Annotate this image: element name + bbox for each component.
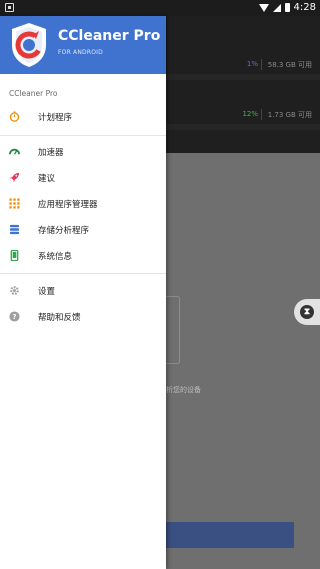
storage-bar (165, 74, 320, 80)
apps-grid-icon (9, 198, 20, 209)
drawer-header: CCleaner Pro FOR ANDROID (0, 16, 166, 74)
ccleaner-logo-icon (12, 23, 46, 67)
app-subtitle: FOR ANDROID (58, 49, 103, 56)
timer-icon (9, 111, 20, 122)
notification-icon (5, 3, 14, 12)
storage-row: 12% 1.73 GB 可用 (165, 100, 320, 130)
storage-percent: 12% (242, 110, 258, 118)
speedometer-icon (9, 148, 20, 155)
menu-item-label: 存储分析程序 (38, 226, 90, 236)
storage-available: 1.73 GB 可用 (267, 111, 312, 119)
menu-item-label: 建议 (38, 174, 56, 184)
storage-separator (261, 109, 262, 120)
storage-available: 58.3 GB 可用 (267, 61, 312, 69)
menu-item-label: 帮助和反馈 (38, 313, 81, 323)
menu-item-suggestions[interactable]: 建议 (0, 167, 166, 189)
status-bar-right: 4:28 (258, 2, 316, 13)
help-icon: ? (9, 311, 20, 322)
gear-icon (10, 286, 19, 295)
menu-item-settings[interactable]: 设置 (0, 280, 166, 302)
navigation-drawer: CCleaner Pro FOR ANDROID CCleaner Pro 计划… (0, 16, 166, 569)
divider (0, 135, 166, 136)
storage-percent: 1% (246, 60, 258, 68)
app-title: CCleaner Pro (58, 28, 161, 44)
storage-separator (261, 59, 262, 70)
signal-icon (272, 3, 281, 12)
menu-item-app-manager[interactable]: 应用程序管理器 (0, 193, 166, 215)
menu-item-label: 应用程序管理器 (38, 200, 98, 210)
menu-item-label: 系统信息 (38, 252, 73, 262)
menu-item-label: 加速器 (38, 148, 64, 158)
battery-icon (284, 3, 290, 12)
menu-item-system-info[interactable]: 系统信息 (0, 245, 166, 267)
device-analysis-text: 析您的设备 (166, 386, 201, 394)
status-bar: 4:28 (0, 0, 320, 16)
status-time: 4:28 (293, 2, 316, 13)
device-outline (166, 296, 180, 364)
menu-item-help-feedback[interactable]: ? 帮助和反馈 (0, 306, 166, 328)
menu-item-label: 计划程序 (38, 113, 73, 123)
divider (0, 273, 166, 274)
menu-item-label: 设置 (38, 287, 56, 297)
hourglass-icon: ⧗ (300, 305, 314, 319)
rocket-icon (9, 172, 20, 183)
floating-widget[interactable]: ⧗ (294, 299, 320, 325)
analyze-button (166, 522, 294, 548)
menu-item-scheduler[interactable]: 计划程序 (0, 106, 166, 128)
section-label: CCleaner Pro (9, 89, 58, 98)
menu-item-storage-analyzer[interactable]: 存储分析程序 (0, 219, 166, 241)
menu-item-booster[interactable]: 加速器 (0, 141, 166, 163)
storage-row: 1% 58.3 GB 可用 (165, 50, 320, 80)
phone-icon (10, 250, 19, 261)
svg-text:?: ? (12, 312, 16, 321)
storage-bar (165, 124, 320, 130)
storage-stack-icon (9, 224, 20, 235)
wifi-icon (258, 3, 269, 12)
